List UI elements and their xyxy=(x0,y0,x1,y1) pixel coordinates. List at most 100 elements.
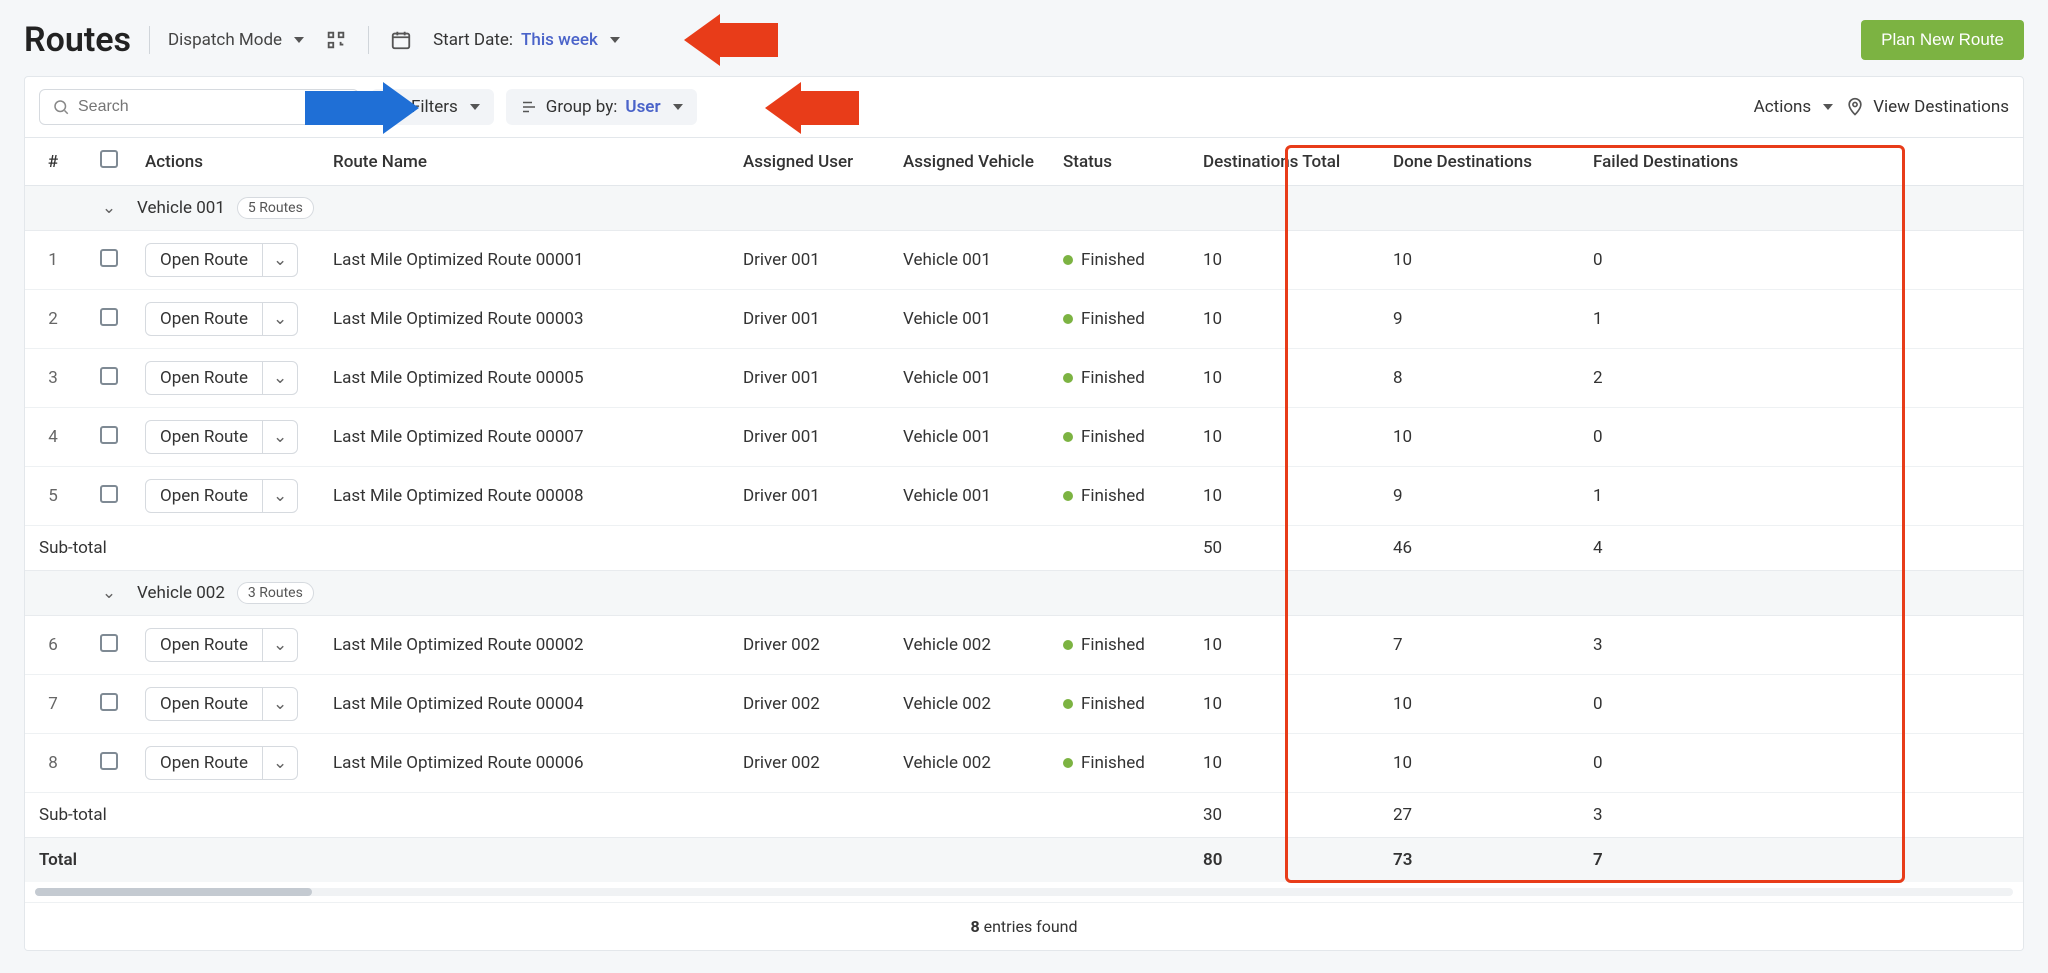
start-date-select[interactable]: Start Date: This week xyxy=(433,30,620,50)
assigned-vehicle-cell: Vehicle 001 xyxy=(895,415,1055,459)
open-route-caret[interactable]: ⌄ xyxy=(262,421,297,453)
chevron-down-icon xyxy=(673,104,683,110)
dest-total-cell: 10 xyxy=(1195,415,1385,459)
status-dot-icon xyxy=(1063,373,1073,383)
assigned-user-cell: Driver 001 xyxy=(735,238,895,282)
open-route-split-button[interactable]: Open Route ⌄ xyxy=(145,479,298,513)
row-checkbox[interactable] xyxy=(100,752,118,770)
assigned-user-cell: Driver 001 xyxy=(735,297,895,341)
open-route-split-button[interactable]: Open Route ⌄ xyxy=(145,628,298,662)
annotation-arrow-red xyxy=(765,82,859,134)
open-route-button[interactable]: Open Route xyxy=(146,362,262,394)
status-dot-icon xyxy=(1063,255,1073,265)
row-checkbox[interactable] xyxy=(100,249,118,267)
col-assigned-vehicle[interactable]: Assigned Vehicle xyxy=(895,140,1055,184)
row-number: 7 xyxy=(25,682,81,726)
col-failed-dest[interactable]: Failed Destinations xyxy=(1585,140,1785,184)
open-route-button[interactable]: Open Route xyxy=(146,244,262,276)
open-route-button[interactable]: Open Route xyxy=(146,747,262,779)
assigned-user-cell: Driver 001 xyxy=(735,474,895,518)
group-toggle[interactable]: ⌄ xyxy=(102,198,116,218)
row-number: 5 xyxy=(25,474,81,518)
row-number: 2 xyxy=(25,297,81,341)
status-cell: Finished xyxy=(1055,741,1195,785)
group-count-badge: 5 Routes xyxy=(237,197,314,219)
assigned-vehicle-cell: Vehicle 001 xyxy=(895,238,1055,282)
dest-total-cell: 10 xyxy=(1195,297,1385,341)
divider xyxy=(368,26,369,54)
dispatch-mode-select[interactable]: Dispatch Mode xyxy=(168,30,304,50)
view-destinations-button[interactable]: View Destinations xyxy=(1845,97,2009,117)
route-name-cell: Last Mile Optimized Route 00004 xyxy=(325,682,735,726)
group-header-row: ⌄ Vehicle 002 3 Routes xyxy=(25,571,2023,616)
open-route-caret[interactable]: ⌄ xyxy=(262,688,297,720)
open-route-split-button[interactable]: Open Route ⌄ xyxy=(145,302,298,336)
row-checkbox[interactable] xyxy=(100,308,118,326)
row-checkbox[interactable] xyxy=(100,426,118,444)
open-route-caret[interactable]: ⌄ xyxy=(262,362,297,394)
assigned-user-cell: Driver 002 xyxy=(735,623,895,667)
open-route-split-button[interactable]: Open Route ⌄ xyxy=(145,420,298,454)
route-map-icon-button[interactable] xyxy=(322,26,350,54)
status-cell: Finished xyxy=(1055,297,1195,341)
failed-dest-cell: 1 xyxy=(1585,474,1785,518)
status-dot-icon xyxy=(1063,640,1073,650)
chevron-down-icon xyxy=(1823,104,1833,110)
chevron-down-icon xyxy=(294,37,304,43)
open-route-caret[interactable]: ⌄ xyxy=(262,629,297,661)
dest-total-cell: 10 xyxy=(1195,238,1385,282)
col-dest-total[interactable]: Destinations Total xyxy=(1195,140,1385,184)
group-toggle[interactable]: ⌄ xyxy=(102,583,116,603)
row-checkbox[interactable] xyxy=(100,367,118,385)
group-by-select[interactable]: Group by: User xyxy=(506,89,697,125)
table-row: 6 Open Route ⌄ Last Mile Optimized Route… xyxy=(25,616,2023,675)
status-cell: Finished xyxy=(1055,238,1195,282)
assigned-vehicle-cell: Vehicle 002 xyxy=(895,623,1055,667)
chevron-down-icon xyxy=(470,104,480,110)
entries-text: entries found xyxy=(984,917,1078,936)
open-route-button[interactable]: Open Route xyxy=(146,629,262,661)
open-route-button[interactable]: Open Route xyxy=(146,480,262,512)
col-status[interactable]: Status xyxy=(1055,140,1195,184)
open-route-split-button[interactable]: Open Route ⌄ xyxy=(145,243,298,277)
open-route-button[interactable]: Open Route xyxy=(146,688,262,720)
row-number: 8 xyxy=(25,741,81,785)
route-name-cell: Last Mile Optimized Route 00006 xyxy=(325,741,735,785)
select-all-checkbox[interactable] xyxy=(100,150,118,168)
actions-dropdown[interactable]: Actions xyxy=(1754,97,1834,117)
status-cell: Finished xyxy=(1055,474,1195,518)
col-route-name[interactable]: Route Name xyxy=(325,140,735,184)
open-route-button[interactable]: Open Route xyxy=(146,421,262,453)
open-route-split-button[interactable]: Open Route ⌄ xyxy=(145,746,298,780)
total-failed: 7 xyxy=(1585,838,1785,882)
open-route-split-button[interactable]: Open Route ⌄ xyxy=(145,687,298,721)
open-route-button[interactable]: Open Route xyxy=(146,303,262,335)
plan-new-route-button[interactable]: Plan New Route xyxy=(1861,20,2024,60)
col-hash[interactable]: # xyxy=(25,140,81,184)
horizontal-scrollbar[interactable] xyxy=(25,882,2023,902)
open-route-caret[interactable]: ⌄ xyxy=(262,747,297,779)
table-row: 5 Open Route ⌄ Last Mile Optimized Route… xyxy=(25,467,2023,526)
row-checkbox[interactable] xyxy=(100,693,118,711)
table-row: 2 Open Route ⌄ Last Mile Optimized Route… xyxy=(25,290,2023,349)
open-route-caret[interactable]: ⌄ xyxy=(262,244,297,276)
entries-count: 8 xyxy=(970,917,979,936)
routes-card: Filters Group by: User Actions View Dest… xyxy=(24,76,2024,951)
group-icon xyxy=(520,98,538,116)
open-route-caret[interactable]: ⌄ xyxy=(262,480,297,512)
map-pin-icon xyxy=(1845,97,1865,117)
open-route-caret[interactable]: ⌄ xyxy=(262,303,297,335)
route-name-cell: Last Mile Optimized Route 00003 xyxy=(325,297,735,341)
status-cell: Finished xyxy=(1055,682,1195,726)
row-checkbox[interactable] xyxy=(100,485,118,503)
subtotal-done: 27 xyxy=(1385,793,1585,837)
open-route-split-button[interactable]: Open Route ⌄ xyxy=(145,361,298,395)
col-actions[interactable]: Actions xyxy=(137,140,325,184)
row-checkbox[interactable] xyxy=(100,634,118,652)
calendar-icon xyxy=(387,26,415,54)
total-done: 73 xyxy=(1385,838,1585,882)
col-assigned-user[interactable]: Assigned User xyxy=(735,140,895,184)
subtotal-total: 30 xyxy=(1195,793,1385,837)
failed-dest-cell: 0 xyxy=(1585,682,1785,726)
col-done-dest[interactable]: Done Destinations xyxy=(1385,140,1585,184)
